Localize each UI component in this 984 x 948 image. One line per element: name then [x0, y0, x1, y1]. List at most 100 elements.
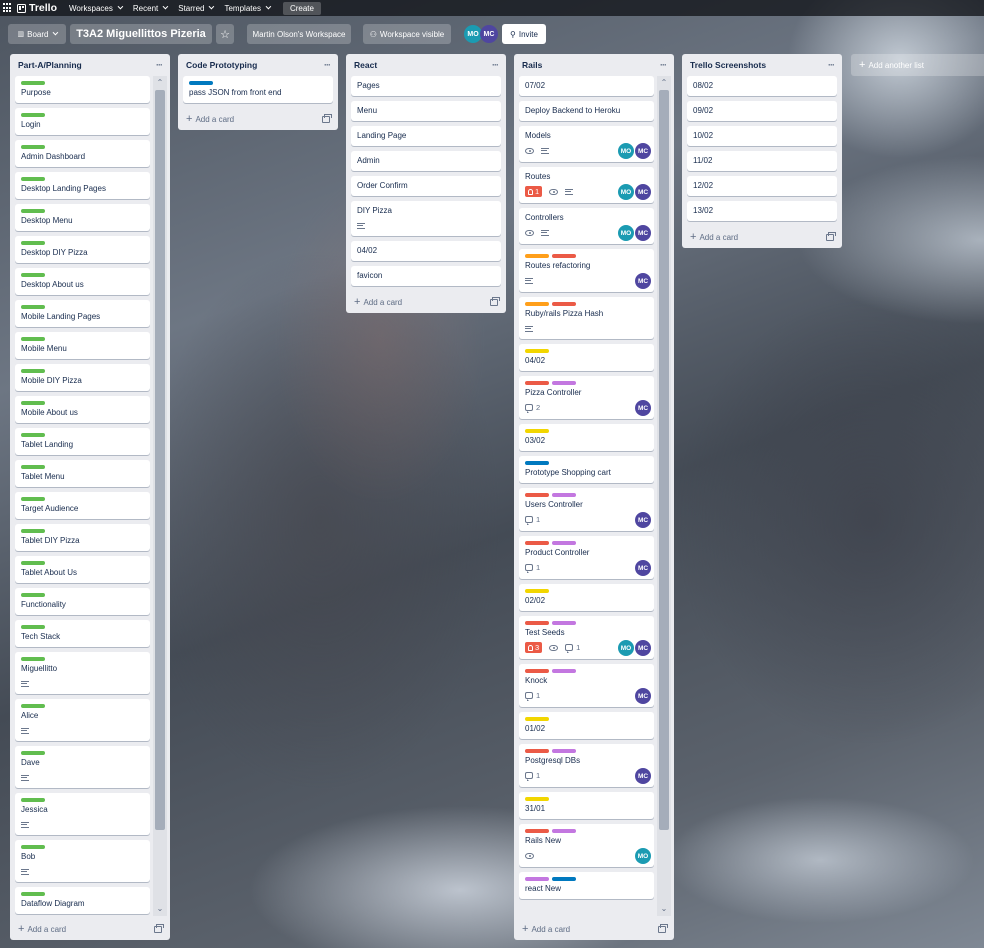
avatar[interactable]: MO: [635, 848, 651, 864]
label-green[interactable]: [21, 798, 45, 802]
avatar[interactable]: MC: [480, 25, 498, 43]
add-card-button[interactable]: + Add a card: [514, 918, 674, 940]
visibility-button[interactable]: ⚇ Workspace visible: [363, 24, 451, 44]
board-title[interactable]: T3A2 Miguellittos Pizeria: [70, 24, 212, 44]
list-title[interactable]: Part-A/Planning: [18, 60, 82, 70]
list-header[interactable]: React ···: [346, 54, 506, 76]
avatar[interactable]: MC: [635, 400, 651, 416]
list-header[interactable]: Code Prototyping ···: [178, 54, 338, 76]
list-card[interactable]: Routes 1 MO MC: [519, 167, 654, 203]
card-template-icon[interactable]: [658, 923, 668, 933]
menu-templates[interactable]: Templates: [224, 4, 272, 13]
list-card[interactable]: Alice: [15, 699, 150, 741]
label-red[interactable]: [525, 493, 549, 497]
label-red[interactable]: [525, 621, 549, 625]
label-red[interactable]: [552, 302, 576, 306]
list-card[interactable]: 09/02: [687, 101, 837, 121]
label-yellow[interactable]: [525, 717, 549, 721]
list-title[interactable]: Code Prototyping: [186, 60, 257, 70]
list-card[interactable]: Tablet Landing: [15, 428, 150, 455]
scrollbar-thumb[interactable]: [659, 90, 669, 830]
list-card[interactable]: Pages: [351, 76, 501, 96]
list-card[interactable]: 08/02: [687, 76, 837, 96]
list-card[interactable]: Tablet Menu: [15, 460, 150, 487]
label-green[interactable]: [21, 625, 45, 629]
label-yellow[interactable]: [525, 429, 549, 433]
scrollbar[interactable]: ⌃ ⌄: [153, 76, 167, 916]
list-card[interactable]: Login: [15, 108, 150, 135]
list-card[interactable]: Jessica: [15, 793, 150, 835]
list-card[interactable]: 31/01: [519, 792, 654, 819]
label-green[interactable]: [21, 241, 45, 245]
label-green[interactable]: [21, 561, 45, 565]
label-purple[interactable]: [552, 749, 576, 753]
label-red[interactable]: [525, 669, 549, 673]
label-green[interactable]: [21, 209, 45, 213]
chevron-up-icon[interactable]: ⌃: [659, 78, 669, 88]
label-green[interactable]: [21, 145, 45, 149]
label-green[interactable]: [21, 529, 45, 533]
label-purple[interactable]: [552, 493, 576, 497]
app-switcher-icon[interactable]: [3, 3, 13, 13]
chevron-down-icon[interactable]: ⌄: [659, 904, 669, 914]
list-card[interactable]: Rails New MO: [519, 824, 654, 867]
list-title[interactable]: Rails: [522, 60, 542, 70]
card-template-icon[interactable]: [322, 113, 332, 123]
list-card[interactable]: 13/02: [687, 201, 837, 221]
label-green[interactable]: [21, 704, 45, 708]
label-green[interactable]: [21, 177, 45, 181]
list-menu-icon[interactable]: ···: [492, 60, 499, 70]
add-card-button[interactable]: + Add a card: [10, 918, 170, 940]
add-card-button[interactable]: + Add a card: [682, 226, 842, 248]
label-purple[interactable]: [552, 669, 576, 673]
list-card[interactable]: Tech Stack: [15, 620, 150, 647]
list-card[interactable]: 02/02: [519, 584, 654, 611]
list-title[interactable]: React: [354, 60, 377, 70]
label-purple[interactable]: [552, 621, 576, 625]
list-header[interactable]: Trello Screenshots ···: [682, 54, 842, 76]
list-menu-icon[interactable]: ···: [660, 60, 667, 70]
label-green[interactable]: [21, 497, 45, 501]
avatar[interactable]: MO: [618, 225, 634, 241]
label-red[interactable]: [525, 381, 549, 385]
label-red[interactable]: [552, 254, 576, 258]
list-scroll-area[interactable]: Purpose Login Admin Dashboard Desktop Landi…: [10, 76, 170, 916]
avatar[interactable]: MC: [635, 768, 651, 784]
list-card[interactable]: Ruby/rails Pizza Hash: [519, 297, 654, 339]
label-green[interactable]: [21, 892, 45, 896]
label-blue[interactable]: [189, 81, 213, 85]
label-green[interactable]: [21, 337, 45, 341]
list-card[interactable]: Bob: [15, 840, 150, 882]
label-green[interactable]: [21, 465, 45, 469]
list-title[interactable]: Trello Screenshots: [690, 60, 766, 70]
label-green[interactable]: [21, 113, 45, 117]
label-blue[interactable]: [525, 461, 549, 465]
list-card[interactable]: Mobile About us: [15, 396, 150, 423]
list-card[interactable]: Mobile Menu: [15, 332, 150, 359]
avatar[interactable]: MC: [635, 512, 651, 528]
chevron-up-icon[interactable]: ⌃: [155, 78, 165, 88]
list-card[interactable]: Purpose: [15, 76, 150, 103]
list-card[interactable]: Desktop Landing Pages: [15, 172, 150, 199]
label-purple[interactable]: [552, 829, 576, 833]
avatar[interactable]: MC: [635, 184, 651, 200]
list-card[interactable]: Dataflow Diagram: [15, 887, 150, 914]
list-card[interactable]: Routes refactoring MC: [519, 249, 654, 292]
list-card[interactable]: 04/02: [519, 344, 654, 371]
create-button[interactable]: Create: [282, 1, 321, 15]
card-template-icon[interactable]: [490, 296, 500, 306]
list-card[interactable]: 07/02: [519, 76, 654, 96]
list-card[interactable]: Miguellitto: [15, 652, 150, 694]
menu-workspaces[interactable]: Workspaces: [69, 4, 124, 13]
list-card[interactable]: Functionality: [15, 588, 150, 615]
label-blue[interactable]: [552, 877, 576, 881]
label-red[interactable]: [525, 749, 549, 753]
list-card[interactable]: Deploy Backend to Heroku: [519, 101, 654, 121]
list-card[interactable]: Test Seeds 3 1 MO MC: [519, 616, 654, 659]
add-card-button[interactable]: + Add a card: [346, 291, 506, 313]
list-card[interactable]: Admin Dashboard: [15, 140, 150, 167]
list-card[interactable]: 12/02: [687, 176, 837, 196]
label-green[interactable]: [21, 401, 45, 405]
label-yellow[interactable]: [525, 797, 549, 801]
invite-button[interactable]: ⚲ Invite: [502, 24, 546, 44]
